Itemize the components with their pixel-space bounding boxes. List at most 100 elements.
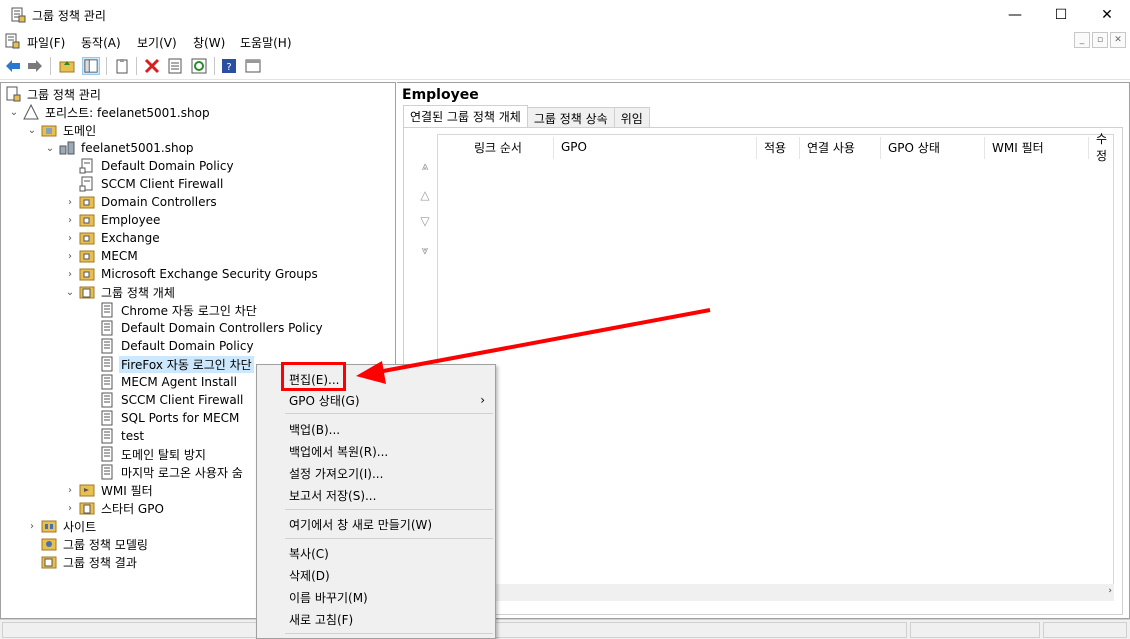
delete-icon[interactable] [143, 57, 161, 75]
gpo-folder-icon [79, 284, 95, 300]
chevron-down-icon[interactable]: ⌄ [27, 121, 37, 139]
tree-item-ou[interactable]: › Microsoft Exchange Security Groups [65, 265, 320, 283]
column-gpo-status[interactable]: GPO 상태 [880, 135, 940, 159]
menu-item-rename[interactable]: 이름 바꾸기(M) [257, 586, 495, 608]
scroll-right-icon[interactable]: › [1108, 586, 1112, 596]
tree-item-domain[interactable]: ⌄ feelanet5001.shop [45, 139, 196, 157]
column-wmi-filter[interactable]: WMI 필터 [984, 135, 1044, 159]
chevron-down-icon[interactable]: ⌄ [65, 283, 75, 301]
move-bottom-icon[interactable]: ⩔ [419, 243, 431, 257]
chevron-right-icon[interactable]: › [65, 481, 75, 499]
tree-item-gpo-container[interactable]: ⌄ 그룹 정책 개체 [65, 283, 177, 301]
tree-item-gpo-link[interactable]: Default Domain Policy [79, 157, 236, 175]
tree-item-forest[interactable]: ⌄ 포리스트: feelanet5001.shop [9, 103, 212, 121]
tree-item-modeling[interactable]: 그룹 정책 모델링 [41, 535, 150, 553]
menu-view[interactable]: 보기(V) [137, 34, 177, 51]
move-up-icon[interactable]: △ [419, 188, 431, 202]
tree-item-gpo[interactable]: 도메인 탈퇴 방지 [99, 445, 208, 463]
modeling-icon [41, 536, 57, 552]
chevron-right-icon[interactable]: › [65, 247, 75, 265]
clipboard-icon[interactable] [113, 57, 131, 75]
chevron-right-icon[interactable]: › [65, 211, 75, 229]
tab-inheritance[interactable]: 그룹 정책 상속 [526, 107, 615, 127]
menu-help[interactable]: 도움말(H) [240, 34, 292, 51]
move-top-icon[interactable]: ⩓ [419, 159, 431, 173]
menu-item-delete[interactable]: 삭제(D) [257, 564, 495, 586]
mdi-close-button[interactable]: ✕ [1110, 32, 1126, 48]
column-link-enabled[interactable]: 연결 사용 [799, 135, 855, 159]
refresh-icon[interactable] [190, 57, 208, 75]
show-tree-icon[interactable] [82, 57, 100, 75]
tree-item-gpo[interactable]: 마지막 로그온 사용자 숨 [99, 463, 245, 481]
tab-linked-gpos[interactable]: 연결된 그룹 정책 개체 [403, 105, 528, 127]
tree-item-ou[interactable]: › Employee [65, 211, 162, 229]
menu-item-new-window[interactable]: 여기에서 창 새로 만들기(W) [257, 513, 495, 535]
menu-item-save-report[interactable]: 보고서 저장(S)... [257, 484, 495, 506]
menu-action[interactable]: 동작(A) [81, 34, 121, 51]
column-gpo[interactable]: GPO [553, 135, 587, 159]
document-icon[interactable] [4, 33, 20, 49]
menu-item-import-settings[interactable]: 설정 가져오기(I)... [257, 462, 495, 484]
tree-item-gpo[interactable]: Default Domain Policy [99, 337, 256, 355]
tree-item-results[interactable]: 그룹 정책 결과 [41, 553, 139, 571]
forest-icon [23, 103, 39, 120]
gpo-link-icon [79, 158, 95, 174]
tab-strip: 연결된 그룹 정책 개체 그룹 정책 상속 위임 [403, 105, 650, 127]
chevron-right-icon[interactable]: › [27, 517, 37, 535]
mdi-restore-button[interactable]: ▫ [1092, 32, 1108, 48]
tree-item-gpo-selected[interactable]: FireFox 자동 로그인 차단 [99, 355, 254, 373]
menu-item-restore[interactable]: 백업에서 복원(R)... [257, 440, 495, 462]
pane-title: Employee [402, 87, 479, 103]
menu-item-backup[interactable]: 백업(B)... [257, 418, 495, 440]
help-icon[interactable]: ? [220, 57, 238, 75]
tree-item-gpo-link[interactable]: SCCM Client Firewall [79, 175, 225, 193]
forward-icon[interactable] [26, 57, 44, 75]
move-down-icon[interactable]: ▽ [419, 214, 431, 228]
gpo-icon [99, 410, 115, 426]
menu-item-refresh[interactable]: 새로 고침(F) [257, 608, 495, 630]
tree-item-gpo[interactable]: test [99, 427, 146, 445]
column-link-order[interactable]: 링크 순서 [466, 135, 522, 159]
minimize-button[interactable]: — [992, 0, 1038, 30]
mdi-minimize-button[interactable]: _ [1074, 32, 1090, 48]
properties-icon[interactable] [166, 57, 184, 75]
gpo-icon [99, 428, 115, 444]
menu-item-copy[interactable]: 복사(C) [257, 542, 495, 564]
tree-item-starter-gpos[interactable]: › 스타터 GPO [65, 499, 166, 517]
chevron-down-icon[interactable]: ⌄ [45, 139, 55, 157]
tree-item-gpo[interactable]: MECM Agent Install [99, 373, 239, 391]
back-icon[interactable] [4, 57, 22, 75]
close-button[interactable]: ✕ [1084, 0, 1130, 30]
gpo-link-icon [79, 176, 95, 192]
tab-delegation[interactable]: 위임 [613, 107, 650, 127]
chevron-down-icon[interactable]: ⌄ [9, 103, 19, 121]
column-modified[interactable]: 수정 [1088, 132, 1113, 163]
column-enforced[interactable]: 적용 [756, 135, 786, 159]
linked-gpo-list[interactable]: 링크 순서 GPO 적용 연결 사용 GPO 상태 WMI 필터 수정 [437, 132, 1114, 600]
tree-item-sites[interactable]: › 사이트 [27, 517, 98, 535]
maximize-button[interactable]: ☐ [1038, 0, 1084, 30]
action-pane-icon[interactable] [244, 57, 262, 75]
chevron-right-icon[interactable]: › [65, 265, 75, 283]
gpo-icon [99, 464, 115, 480]
tree-item-gpo[interactable]: Default Domain Controllers Policy [99, 319, 325, 337]
chevron-right-icon[interactable]: › [65, 229, 75, 247]
context-menu: 편집(E)... GPO 상태(G) › 백업(B)... 백업에서 복원(R).… [256, 364, 496, 639]
tree-item-ou[interactable]: › MECM [65, 247, 140, 265]
tree-item-wmi-filters[interactable]: › WMI 필터 [65, 481, 155, 499]
tree-item-gpo[interactable]: SCCM Client Firewall [99, 391, 245, 409]
menu-file[interactable]: 파일(F) [27, 34, 65, 51]
gpmc-icon [5, 86, 21, 102]
tree-item-gpo[interactable]: Chrome 자동 로그인 차단 [99, 301, 259, 319]
up-folder-icon[interactable] [58, 57, 76, 75]
tree-item-domains[interactable]: ⌄ 도메인 [27, 121, 98, 139]
tree-item-ou[interactable]: › Domain Controllers [65, 193, 219, 211]
menu-window[interactable]: 창(W) [193, 34, 225, 51]
chevron-right-icon[interactable]: › [65, 499, 75, 517]
horizontal-scrollbar[interactable]: › [437, 584, 1114, 601]
tree-item-root[interactable]: 그룹 정책 관리 [5, 85, 103, 103]
tree-item-gpo[interactable]: SQL Ports for MECM [99, 409, 241, 427]
menu-item-gpo-status[interactable]: GPO 상태(G) › [257, 389, 495, 411]
chevron-right-icon[interactable]: › [65, 193, 75, 211]
tree-item-ou[interactable]: › Exchange [65, 229, 162, 247]
